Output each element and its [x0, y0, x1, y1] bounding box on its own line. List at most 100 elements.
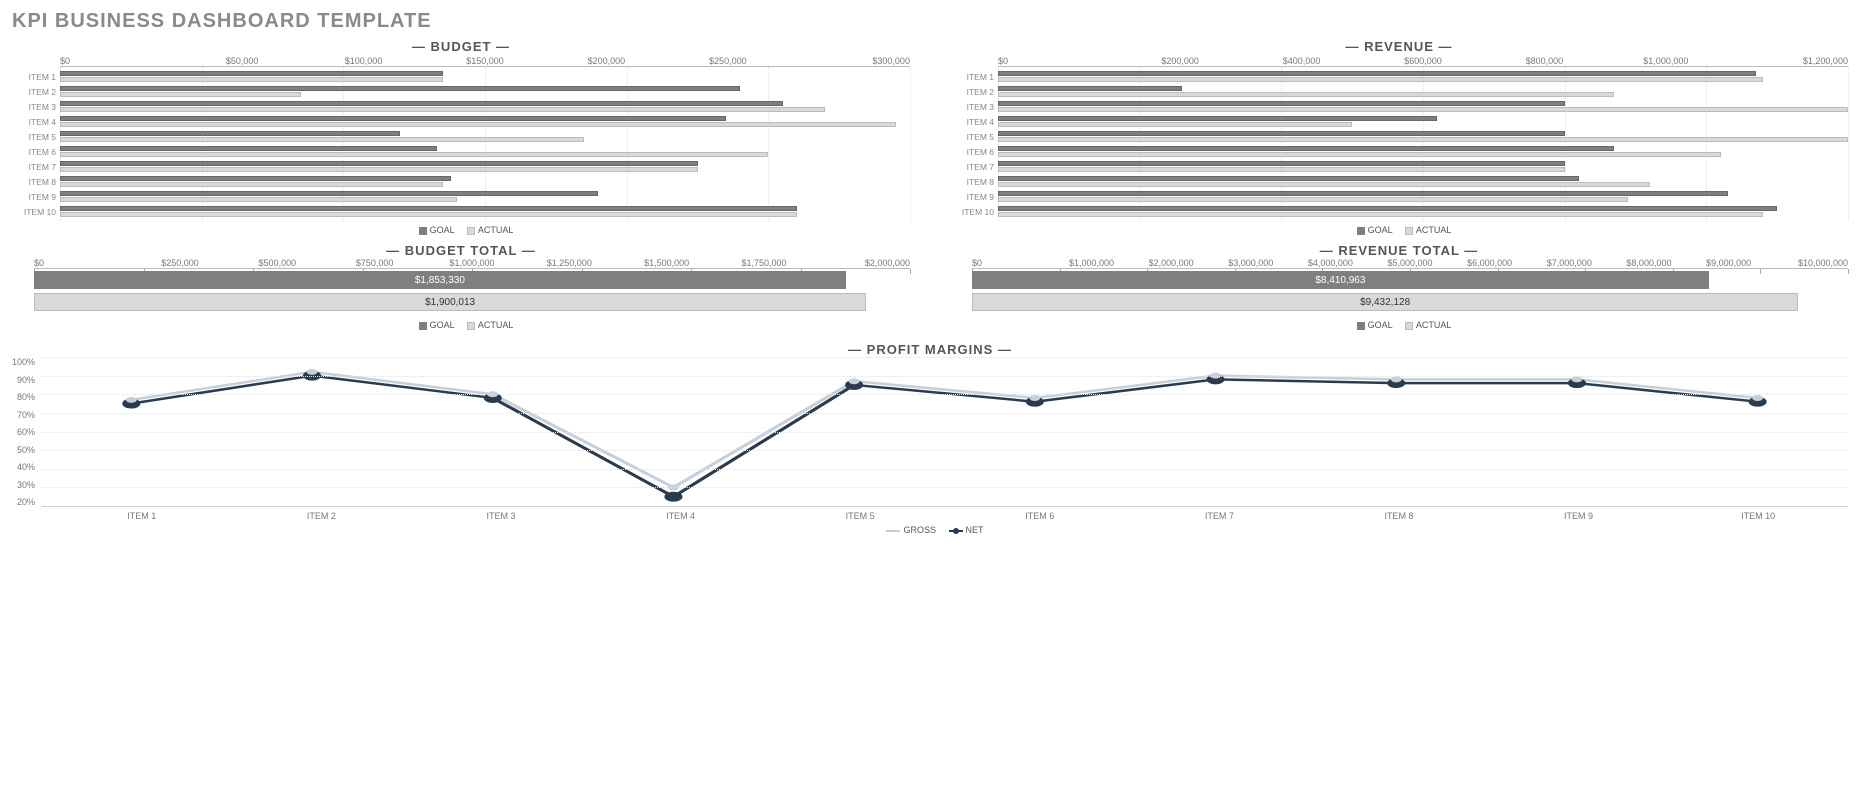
goal-bar [60, 131, 400, 136]
category-label: ITEM 5 [12, 132, 56, 142]
axis-tick: $250,000 [667, 56, 788, 66]
axis-tick: $1,250,000 [521, 258, 618, 268]
gross-line [131, 372, 1757, 487]
budget-total-legend: GOAL ACTUAL [12, 320, 910, 330]
axis-tick: $7,000,000 [1529, 258, 1609, 268]
gross-point [849, 378, 860, 384]
axis-tick: ITEM 9 [1489, 511, 1669, 521]
axis-tick: ITEM 1 [52, 511, 232, 521]
axis-tick: 30% [12, 480, 35, 490]
axis-tick: $400,000 [1241, 56, 1362, 66]
category-label: ITEM 4 [950, 117, 994, 127]
axis-tick: $0 [60, 56, 181, 66]
profit-x-axis: ITEM 1ITEM 2ITEM 3ITEM 4ITEM 5ITEM 6ITEM… [52, 511, 1848, 521]
budget-total-title: BUDGET TOTAL [12, 243, 910, 258]
bar-row: ITEM 10 [60, 204, 910, 219]
axis-tick: ITEM 7 [1130, 511, 1310, 521]
axis-tick: $200,000 [546, 56, 667, 66]
legend-swatch-actual [1405, 322, 1413, 330]
axis-tick: $750,000 [326, 258, 423, 268]
axis-tick: $500,000 [229, 258, 326, 268]
actual-bar [60, 137, 584, 142]
revenue-x-axis: $0$200,000$400,000$600,000$800,000$1,000… [950, 56, 1848, 66]
bar-row: ITEM 9 [60, 189, 910, 204]
legend-swatch-actual [1405, 227, 1413, 235]
goal-bar [998, 86, 1182, 91]
axis-tick: $1,750,000 [715, 258, 812, 268]
legend-label-net: NET [966, 525, 984, 535]
actual-bar [998, 212, 1763, 217]
budget-total-x-axis: $0$250,000$500,000$750,000$1,000,000$1,2… [34, 258, 910, 268]
category-label: ITEM 2 [12, 87, 56, 97]
page-title: KPI BUSINESS DASHBOARD TEMPLATE [12, 10, 1848, 33]
budget-total-plot-area: $1,853,330 $1,900,013 [34, 268, 910, 316]
bar-row: ITEM 6 [60, 144, 910, 159]
legend-swatch-gross [886, 530, 900, 532]
budget-total-actual-label: $1,900,013 [425, 297, 475, 308]
revenue-total-plot-area: $8,410,963 $9,432,128 [972, 268, 1848, 316]
goal-bar [60, 86, 740, 91]
axis-tick: $9,000,000 [1689, 258, 1769, 268]
gross-point [1391, 376, 1402, 382]
axis-tick: $200,000 [1119, 56, 1240, 66]
category-label: ITEM 8 [12, 177, 56, 187]
gross-point [307, 369, 318, 375]
revenue-total-legend: GOAL ACTUAL [950, 320, 1848, 330]
category-label: ITEM 6 [950, 147, 994, 157]
revenue-total-chart: REVENUE TOTAL $0$1,000,000$2,000,000$3,0… [950, 243, 1848, 330]
goal-bar [60, 101, 783, 106]
axis-tick: $0 [972, 258, 1052, 268]
axis-tick: $0 [34, 258, 131, 268]
gross-point [1029, 395, 1040, 401]
budget-total-actual-bar: $1,900,013 [34, 293, 866, 311]
goal-bar [998, 146, 1614, 151]
actual-bar [998, 152, 1721, 157]
category-label: ITEM 9 [12, 192, 56, 202]
axis-tick: $1,000,000 [1605, 56, 1726, 66]
axis-tick: 90% [12, 375, 35, 385]
actual-bar [60, 152, 768, 157]
axis-tick: $600,000 [1362, 56, 1483, 66]
revenue-total-actual-label: $9,432,128 [1360, 297, 1410, 308]
actual-bar [998, 197, 1628, 202]
category-label: ITEM 2 [950, 87, 994, 97]
profit-plot-area [41, 357, 1848, 507]
legend-label-actual: ACTUAL [1416, 320, 1452, 330]
bar-row: ITEM 7 [998, 159, 1848, 174]
revenue-total-x-axis: $0$1,000,000$2,000,000$3,000,000$4,000,0… [972, 258, 1848, 268]
actual-bar [60, 197, 457, 202]
bar-row: ITEM 2 [998, 84, 1848, 99]
axis-tick: $6,000,000 [1450, 258, 1530, 268]
axis-tick: $10,000,000 [1768, 258, 1848, 268]
axis-tick: $1,000,000 [423, 258, 520, 268]
profit-title: PROFIT MARGINS [12, 342, 1848, 357]
legend-swatch-goal [419, 322, 427, 330]
axis-tick: $8,000,000 [1609, 258, 1689, 268]
goal-bar [998, 71, 1756, 76]
category-label: ITEM 3 [950, 102, 994, 112]
axis-tick: $100,000 [303, 56, 424, 66]
budget-total-chart: BUDGET TOTAL $0$250,000$500,000$750,000$… [12, 243, 910, 330]
actual-bar [998, 182, 1650, 187]
axis-tick: $0 [998, 56, 1119, 66]
axis-tick: $1,500,000 [618, 258, 715, 268]
actual-bar [998, 77, 1763, 82]
legend-swatch-goal [1357, 227, 1365, 235]
category-label: ITEM 6 [12, 147, 56, 157]
bar-row: ITEM 7 [60, 159, 910, 174]
revenue-plot-area: ITEM 1ITEM 2ITEM 3ITEM 4ITEM 5ITEM 6ITEM… [998, 66, 1848, 221]
legend-swatch-net [949, 530, 963, 532]
goal-bar [60, 71, 443, 76]
axis-tick: 20% [12, 497, 35, 507]
axis-tick: ITEM 5 [770, 511, 950, 521]
gross-point [1752, 395, 1763, 401]
bar-row: ITEM 5 [998, 129, 1848, 144]
axis-tick: $5,000,000 [1370, 258, 1450, 268]
axis-tick: ITEM 6 [950, 511, 1130, 521]
category-label: ITEM 5 [950, 132, 994, 142]
legend-swatch-goal [419, 227, 427, 235]
axis-tick: $150,000 [424, 56, 545, 66]
actual-bar [60, 167, 698, 172]
legend-label-actual: ACTUAL [478, 225, 514, 235]
bar-row: ITEM 1 [60, 69, 910, 84]
